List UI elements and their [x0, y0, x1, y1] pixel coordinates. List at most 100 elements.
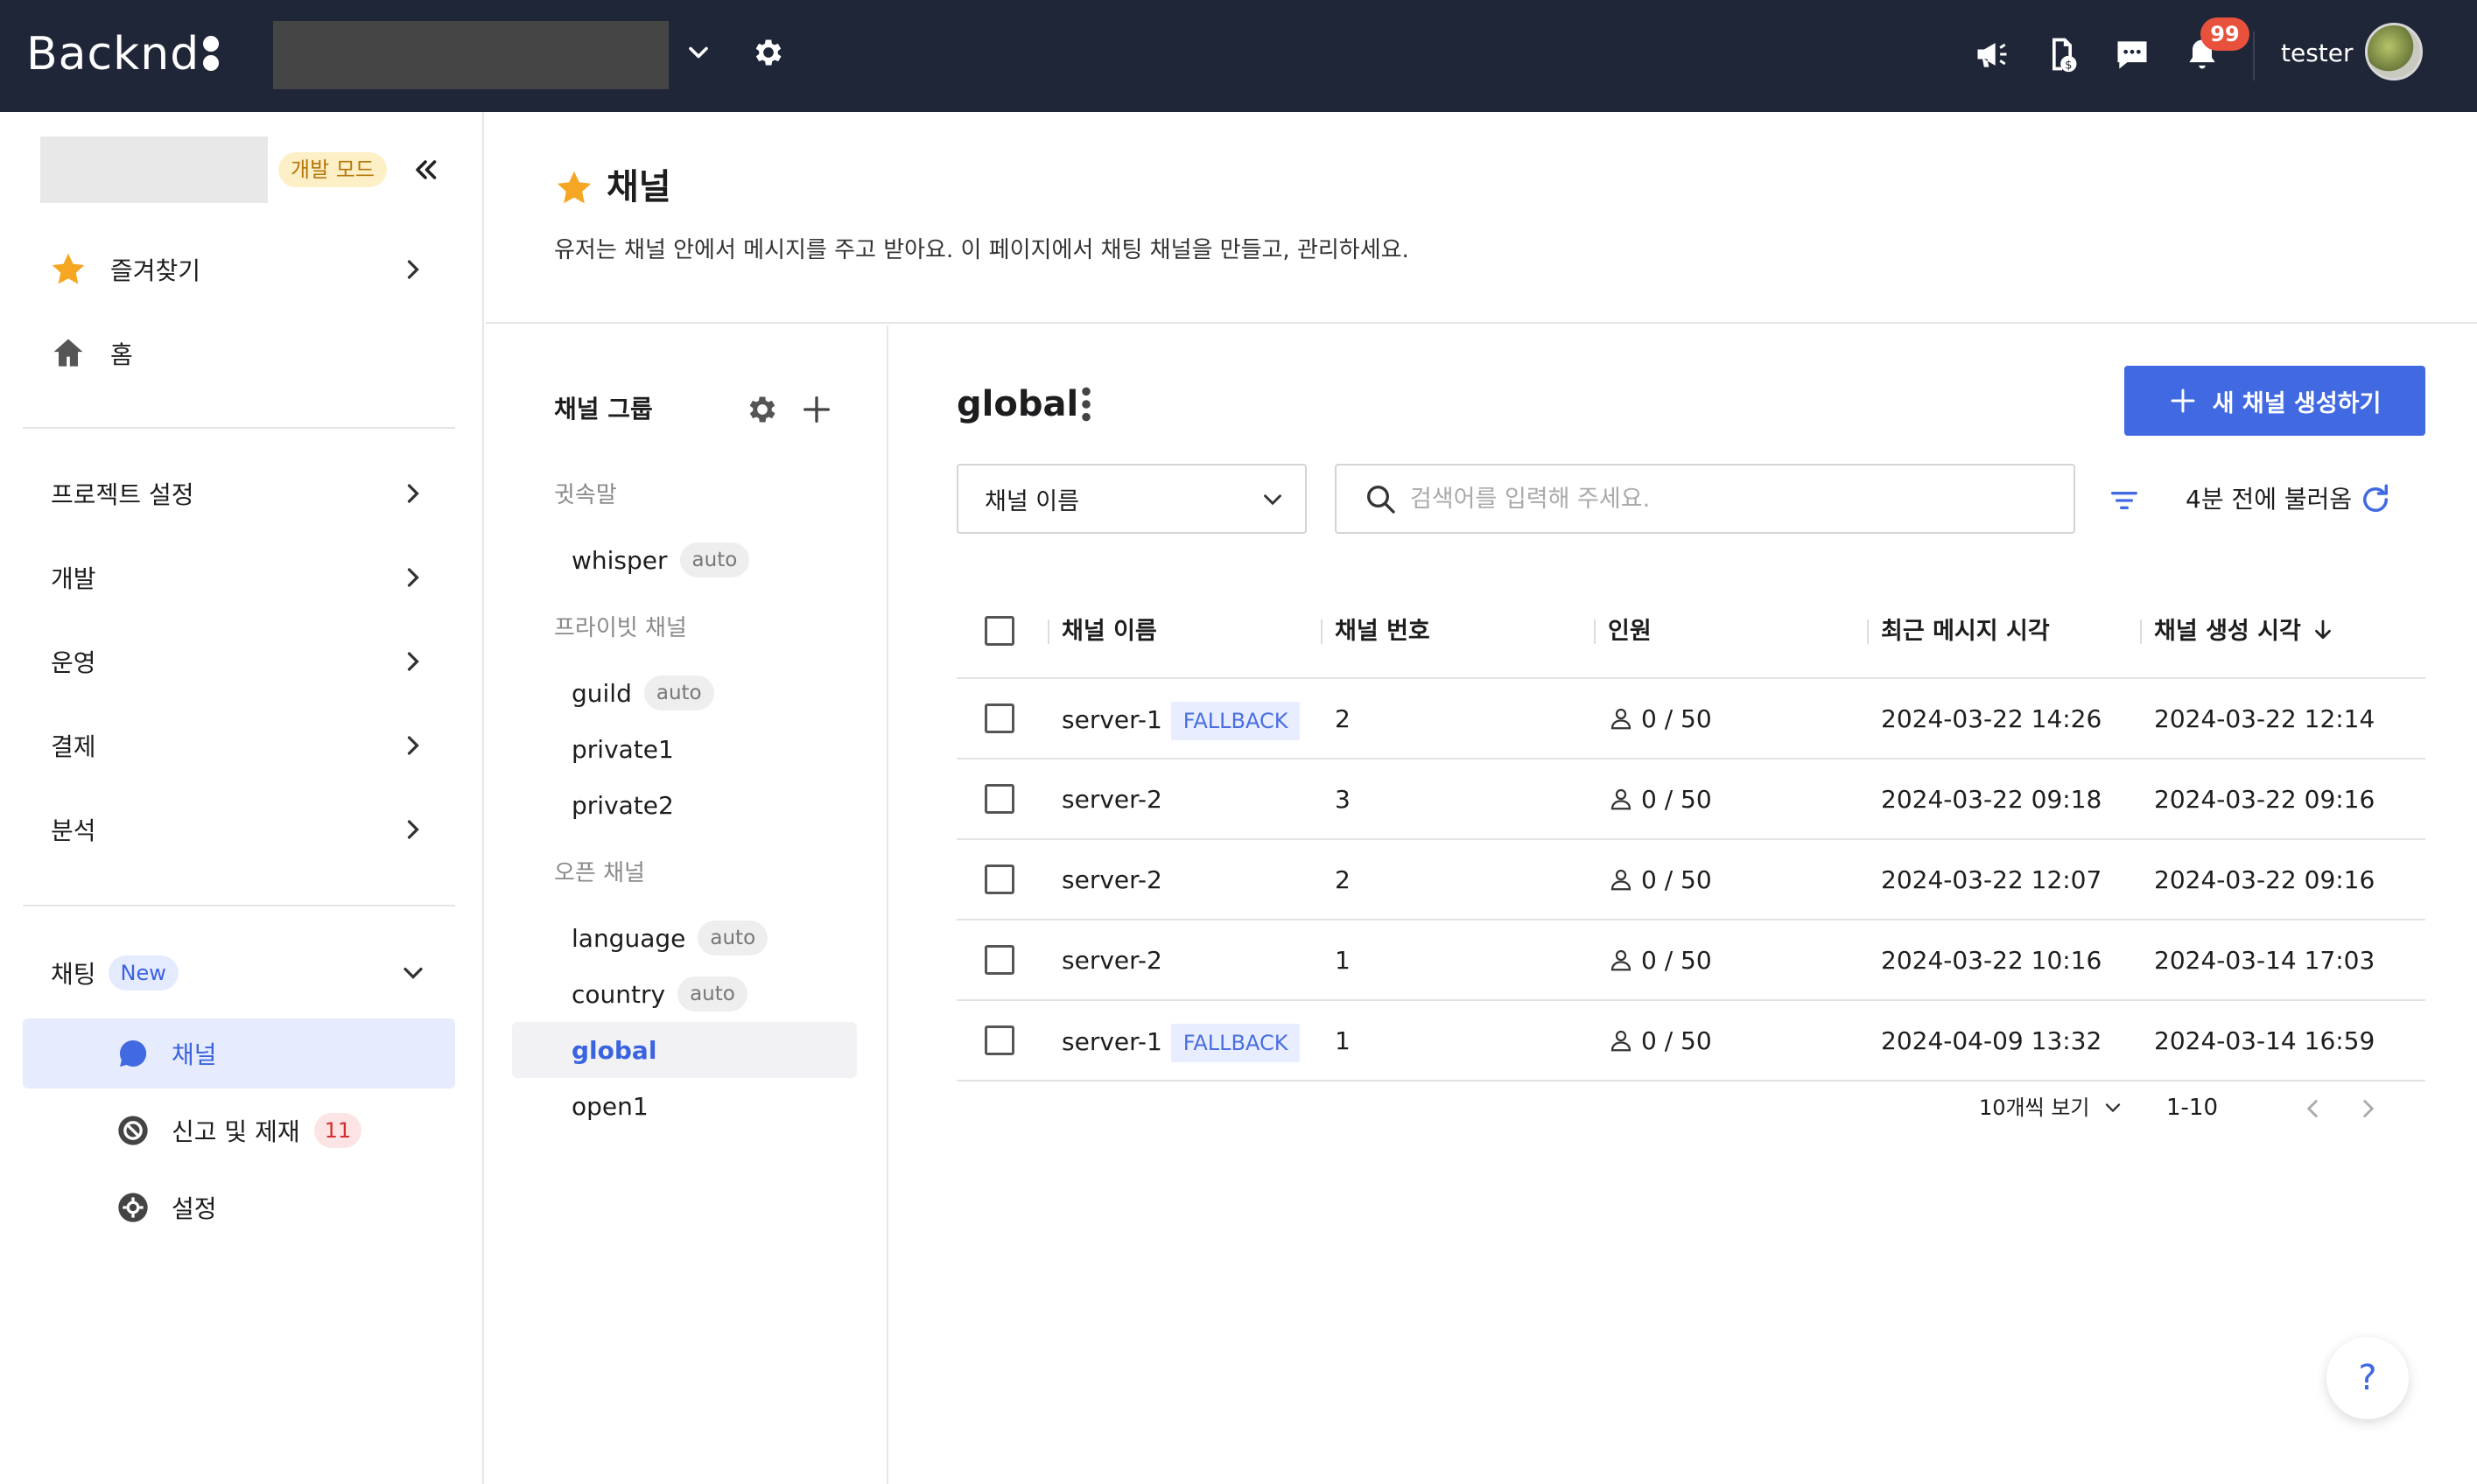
group-item-country[interactable]: country auto: [512, 966, 857, 1022]
auto-badge: auto: [679, 542, 750, 578]
table-row[interactable]: server-2 1 0 / 50 2024-03-22 10:16 2024-…: [957, 920, 2425, 1001]
chevron-right-icon: [407, 736, 419, 755]
project-selector[interactable]: [273, 21, 669, 89]
row-checkbox[interactable]: [985, 1026, 1014, 1055]
table-row[interactable]: server-2 2 0 / 50 2024-03-22 12:07 2024-…: [957, 840, 2425, 920]
announcement-icon[interactable]: [1973, 35, 2011, 74]
column-channel-name[interactable]: 채널 이름: [1062, 614, 1157, 649]
sidebar-item-channel[interactable]: 채널: [23, 1018, 455, 1088]
plus-icon[interactable]: [799, 392, 834, 427]
row-checkbox[interactable]: [985, 704, 1014, 733]
group-item-guild[interactable]: guild auto: [512, 665, 857, 721]
select-all-checkbox[interactable]: [985, 616, 1014, 646]
gear-icon[interactable]: [745, 392, 780, 427]
sidebar-item-reports[interactable]: 신고 및 제재 11: [23, 1096, 455, 1166]
refresh-icon[interactable]: [2357, 481, 2394, 518]
help-button[interactable]: ?: [2326, 1337, 2409, 1419]
members-cell: 0 / 50: [1608, 943, 1712, 978]
sidebar-item-label: 운영: [51, 648, 96, 677]
created-cell: 2024-03-22 09:16: [2154, 865, 2375, 894]
table-row[interactable]: server-2 3 0 / 50 2024-03-22 09:18 2024-…: [957, 760, 2425, 840]
column-created[interactable]: 채널 생성 시각: [2154, 614, 2336, 649]
channel-list-panel: global 새 채널 생성하기 채널 이름 4분 전에 불러옴 채널 이름 채…: [890, 326, 2477, 1484]
column-separator: [1867, 620, 1869, 644]
sidebar-item-home[interactable]: 홈: [23, 322, 455, 385]
filter-icon[interactable]: [2107, 483, 2142, 518]
sidebar-item-label: 채널: [172, 1040, 217, 1069]
sidebar-item-project-settings[interactable]: 프로젝트 설정: [23, 462, 455, 525]
svg-text:$: $: [2065, 60, 2072, 73]
create-channel-label: 새 채널 생성하기: [2212, 389, 2382, 417]
sidebar-item-label: 결제: [51, 732, 96, 761]
search-box[interactable]: [1335, 464, 2075, 534]
more-vertical-icon[interactable]: [1079, 385, 1093, 424]
column-channel-number[interactable]: 채널 번호: [1335, 614, 1430, 649]
table-row[interactable]: server-1 FALLBACK 1 0 / 50 2024-04-09 13:…: [957, 1001, 2425, 1082]
backnd-logo[interactable]: Backnd: [26, 23, 220, 86]
chevron-down-icon[interactable]: [683, 37, 714, 68]
username[interactable]: tester: [2281, 35, 2354, 72]
search-input[interactable]: [1410, 485, 2023, 513]
sidebar-item-favorites[interactable]: 즐겨찾기: [23, 238, 455, 301]
row-checkbox[interactable]: [985, 784, 1014, 814]
chevron-right-icon: [407, 568, 419, 587]
user-icon: [1610, 1030, 1631, 1052]
search-field-value: 채널 이름: [985, 487, 1079, 515]
sidebar-item-label: 신고 및 제재: [172, 1117, 300, 1146]
column-members[interactable]: 인원: [1608, 614, 1652, 649]
group-item-private1[interactable]: private1: [512, 721, 857, 777]
channel-name-cell: server-2: [1062, 946, 1162, 975]
channel-name-cell: server-2: [1062, 785, 1162, 814]
channel-table: 채널 이름 채널 번호 인원 최근 메시지 시각 채널 생성 시각 server…: [957, 583, 2425, 1082]
group-item-label: open1: [572, 1091, 649, 1121]
refresh-status: 4분 전에 불러옴: [2186, 485, 2353, 514]
top-divider: [2253, 32, 2255, 80]
ban-icon: [118, 1116, 148, 1145]
row-checkbox[interactable]: [985, 864, 1014, 894]
new-badge: New: [108, 956, 179, 990]
chevron-right-icon: [407, 820, 419, 839]
column-separator: [1594, 620, 1596, 644]
group-item-open1[interactable]: open1: [512, 1078, 857, 1134]
channel-name-cell: server-1 FALLBACK: [1062, 1024, 1301, 1062]
column-separator: [1048, 620, 1049, 644]
top-bar: Backnd $ 99 tester: [0, 0, 2477, 112]
user-icon: [1610, 708, 1631, 730]
create-channel-button[interactable]: 새 채널 생성하기: [2124, 366, 2425, 436]
sidebar-item-settings[interactable]: 설정: [23, 1172, 455, 1242]
channel-number-cell: 2: [1335, 865, 1351, 894]
sidebar-item-chatting[interactable]: 채팅 New: [23, 942, 455, 1004]
members-cell: 0 / 50: [1608, 702, 1712, 737]
sidebar-item-develop[interactable]: 개발: [23, 546, 455, 609]
document-dollar-icon[interactable]: $: [2043, 35, 2081, 74]
table-row[interactable]: server-1 FALLBACK 2 0 / 50 2024-03-22 14:…: [957, 679, 2425, 760]
group-item-label: whisper: [572, 545, 668, 575]
project-name-box: [40, 136, 268, 203]
column-last-message[interactable]: 최근 메시지 시각: [1881, 614, 2050, 649]
channel-name-cell: server-2: [1062, 865, 1162, 894]
avatar[interactable]: [2365, 23, 2423, 80]
star-icon[interactable]: [554, 168, 594, 208]
group-item-global[interactable]: global: [512, 1022, 857, 1078]
sidebar-item-analytics[interactable]: 분석: [23, 798, 455, 861]
members-cell: 0 / 50: [1608, 863, 1712, 898]
search-field-select[interactable]: 채널 이름: [957, 464, 1307, 534]
group-item-language[interactable]: language auto: [512, 910, 857, 966]
chat-icon[interactable]: [2113, 35, 2151, 74]
chevron-right-icon[interactable]: [2354, 1094, 2383, 1124]
sidebar-item-payment[interactable]: 결제: [23, 714, 455, 777]
group-item-whisper[interactable]: whisper auto: [512, 532, 857, 588]
sidebar-item-label: 분석: [51, 816, 96, 845]
group-item-label: private2: [572, 790, 674, 820]
gear-icon[interactable]: [751, 35, 786, 70]
sidebar-item-operate[interactable]: 운영: [23, 630, 455, 693]
per-page-select[interactable]: 10개씩 보기: [1979, 1090, 2125, 1125]
row-checkbox[interactable]: [985, 945, 1014, 975]
double-chevron-left-icon[interactable]: [410, 154, 441, 186]
sidebar: 개발 모드 즐겨찾기 홈 프로젝트 설정 개발 운영 결제 분석 채팅 New …: [0, 112, 484, 1484]
group-item-private2[interactable]: private2: [512, 777, 857, 833]
group-section-whisper: 귓속말: [554, 482, 617, 508]
chevron-left-icon[interactable]: [2298, 1094, 2327, 1124]
auto-badge: auto: [677, 976, 747, 1012]
sidebar-divider: [23, 427, 455, 429]
